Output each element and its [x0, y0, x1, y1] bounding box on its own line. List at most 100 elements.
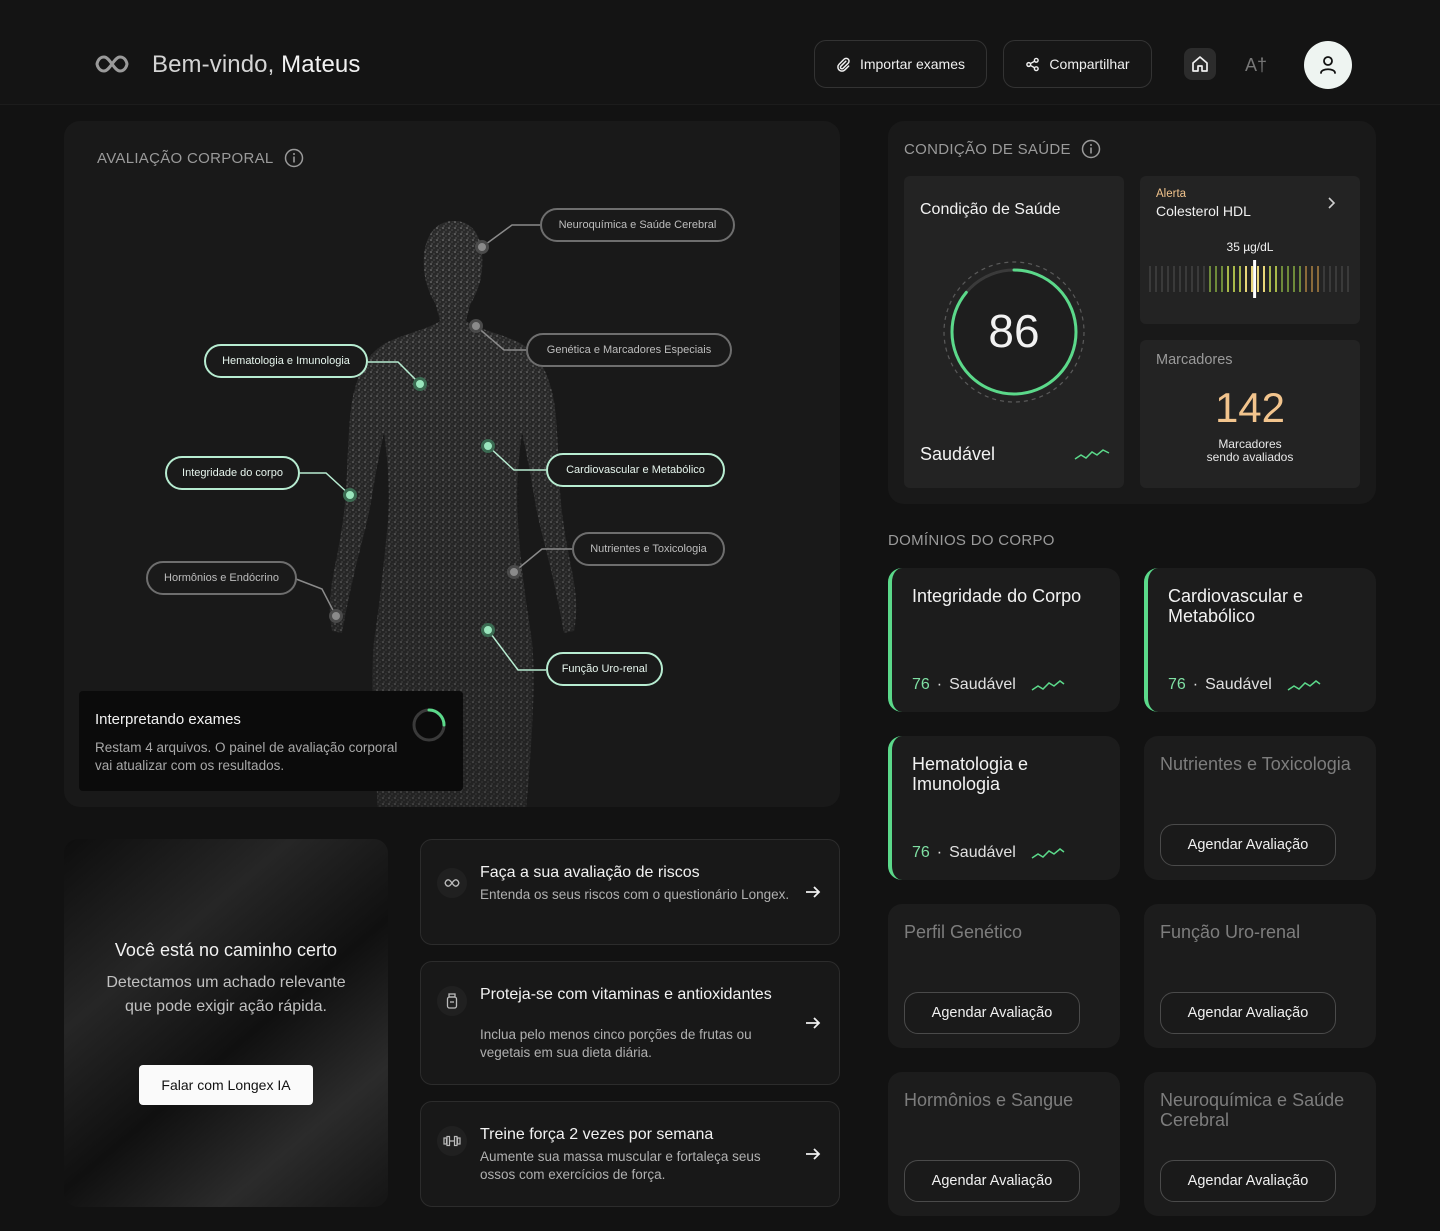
schedule-evaluation-button[interactable]: Agendar Avaliação — [1160, 824, 1336, 866]
range-indicator — [1253, 260, 1257, 298]
domain-name: Nutrientes e Toxicologia — [1160, 754, 1351, 774]
interpreting-exams-box: Interpretando exames Restam 4 arquivos. … — [79, 691, 463, 791]
domain-name: Hormônios e Sangue — [904, 1090, 1074, 1110]
user-avatar-button[interactable] — [1304, 41, 1352, 89]
welcome-text: Bem-vindo, Mateus — [152, 51, 361, 78]
info-icon[interactable] — [1081, 139, 1101, 159]
import-exams-button[interactable]: Importar exames — [814, 40, 987, 88]
markers-card[interactable]: Marcadores 142 Marcadores sendo avaliados — [1140, 340, 1360, 488]
marker-dot-cardio[interactable] — [481, 439, 495, 453]
interpreting-title: Interpretando exames — [95, 711, 241, 728]
range-bar — [1167, 266, 1169, 292]
label-genetics[interactable]: Genética e Marcadores Especiais — [526, 333, 732, 367]
domain-name: Hematologia e Imunologia — [912, 754, 1029, 794]
domain-name: Integridade do Corpo — [912, 586, 1082, 606]
label-hematology[interactable]: Hematologia e Imunologia — [204, 344, 368, 378]
range-bar — [1209, 266, 1211, 292]
tip-card-strength-training[interactable]: Treine força 2 vezes por semana Aumente … — [420, 1101, 840, 1207]
marker-dot-hemato[interactable] — [413, 377, 427, 391]
interpreting-description: Restam 4 arquivos. O painel de avaliação… — [95, 740, 398, 773]
domain-card-genetic-profile: Perfil Genético Agendar Avaliação — [888, 904, 1120, 1048]
markers-description: Marcadores sendo avaliados — [1206, 437, 1294, 464]
loading-spinner-icon — [412, 708, 446, 742]
cta-description: Detectamos um achado relevante que pode … — [106, 974, 346, 1015]
font-size-button[interactable]: A† — [1243, 52, 1269, 78]
marker-dot-uro[interactable] — [481, 623, 495, 637]
arrow-right-icon — [806, 886, 821, 898]
home-button[interactable] — [1184, 48, 1216, 80]
tip-description: Entenda os seus riscos com o questionári… — [480, 887, 790, 902]
label-cardiovascular[interactable]: Cardiovascular e Metabólico — [546, 453, 725, 487]
label-uro-renal[interactable]: Função Uro-renal — [546, 652, 663, 686]
range-bar — [1179, 266, 1181, 292]
range-bar — [1323, 266, 1325, 292]
marker-dot-genetics[interactable] — [469, 319, 483, 333]
range-bar — [1239, 266, 1241, 292]
range-bar — [1311, 266, 1313, 292]
range-bar — [1203, 266, 1205, 292]
marker-dot-neuro[interactable] — [475, 240, 489, 254]
infinity-icon — [437, 868, 467, 898]
share-button[interactable]: Compartilhar — [1003, 40, 1152, 88]
trend-up-icon — [1031, 848, 1065, 859]
tip-card-vitamins[interactable]: Proteja-se com vitaminas e antioxidantes… — [420, 961, 840, 1085]
range-bar — [1215, 266, 1217, 292]
longex-logo-icon — [95, 55, 129, 73]
marker-dot-integrity[interactable] — [343, 488, 357, 502]
dumbbell-icon — [437, 1126, 467, 1156]
tip-title: Treine força 2 vezes por semana — [480, 1126, 714, 1143]
schedule-evaluation-button[interactable]: Agendar Avaliação — [1160, 992, 1336, 1034]
health-condition-title: CONDIÇÃO DE SAÚDE — [904, 139, 1101, 159]
schedule-evaluation-button[interactable]: Agendar Avaliação — [904, 1160, 1080, 1202]
range-bar — [1197, 266, 1199, 292]
health-condition-panel: CONDIÇÃO DE SAÚDE Condição de Saúde 86 S… — [888, 121, 1376, 504]
range-bar — [1329, 266, 1331, 292]
range-bar — [1335, 266, 1337, 292]
range-bar — [1263, 266, 1265, 292]
domain-card-uro-renal: Função Uro-renal Agendar Avaliação — [1144, 904, 1376, 1048]
health-score-card[interactable]: Condição de Saúde 86 Saudável — [904, 176, 1124, 488]
health-score-card-title: Condição de Saúde — [920, 201, 1061, 218]
range-bar — [1281, 266, 1283, 292]
ai-cta-card: Você está no caminho certo Detectamos um… — [64, 839, 388, 1207]
schedule-evaluation-button[interactable]: Agendar Avaliação — [1160, 1160, 1336, 1202]
range-bar — [1293, 266, 1295, 292]
font-size-icon: A† — [1244, 54, 1268, 75]
supplement-bottle-icon — [437, 986, 467, 1016]
domain-card-cardiovascular[interactable]: Cardiovascular e Metabólico 76 · Saudável — [1144, 568, 1376, 712]
cta-title: Você está no caminho certo — [114, 940, 338, 960]
alert-marker-name: Colesterol HDL — [1156, 203, 1251, 219]
talk-to-ai-button[interactable]: Falar com Longex IA — [139, 1065, 313, 1105]
alert-value: 35 µg/dL — [1226, 240, 1274, 254]
marker-dot-nutrients[interactable] — [507, 565, 521, 579]
user-name: Mateus — [281, 51, 361, 78]
range-bar — [1269, 266, 1271, 292]
marker-dot-hormones[interactable] — [329, 609, 343, 623]
range-bar — [1341, 266, 1343, 292]
label-hormones[interactable]: Hormônios e Endócrino — [146, 561, 297, 595]
tip-card-risk-assessment[interactable]: Faça a sua avaliação de riscos Entenda o… — [420, 839, 840, 945]
range-bar — [1305, 266, 1307, 292]
markers-title: Marcadores — [1156, 352, 1233, 368]
range-bar — [1161, 266, 1163, 292]
domain-card-nutrients: Nutrientes e Toxicologia Agendar Avaliaç… — [1144, 736, 1376, 880]
range-bar — [1191, 266, 1193, 292]
range-bar — [1317, 266, 1319, 292]
schedule-evaluation-button[interactable]: Agendar Avaliação — [904, 992, 1080, 1034]
domain-card-hematology[interactable]: Hematologia e Imunologia 76 · Saudável — [888, 736, 1120, 880]
range-bar — [1221, 266, 1223, 292]
tip-title: Proteja-se com vitaminas e antioxidantes — [480, 986, 772, 1003]
range-bar — [1245, 266, 1247, 292]
chevron-right-icon[interactable] — [1326, 196, 1338, 210]
label-nutrients[interactable]: Nutrientes e Toxicologia — [572, 532, 725, 566]
trend-up-icon — [1074, 449, 1110, 460]
domain-card-hormones: Hormônios e Sangue Agendar Avaliação — [888, 1072, 1120, 1216]
label-neurochemistry[interactable]: Neuroquímica e Saúde Cerebral — [540, 208, 735, 242]
label-body-integrity[interactable]: Integridade do corpo — [165, 456, 300, 490]
paperclip-icon — [837, 57, 850, 72]
alert-card[interactable]: Alerta Colesterol HDL 35 µg/dL — [1140, 176, 1360, 324]
range-bar — [1155, 266, 1157, 292]
domain-card-body-integrity[interactable]: Integridade do Corpo 76 · Saudável — [888, 568, 1120, 712]
domain-name: Neuroquímica e Saúde Cerebral — [1160, 1090, 1345, 1130]
user-icon — [1320, 56, 1336, 74]
